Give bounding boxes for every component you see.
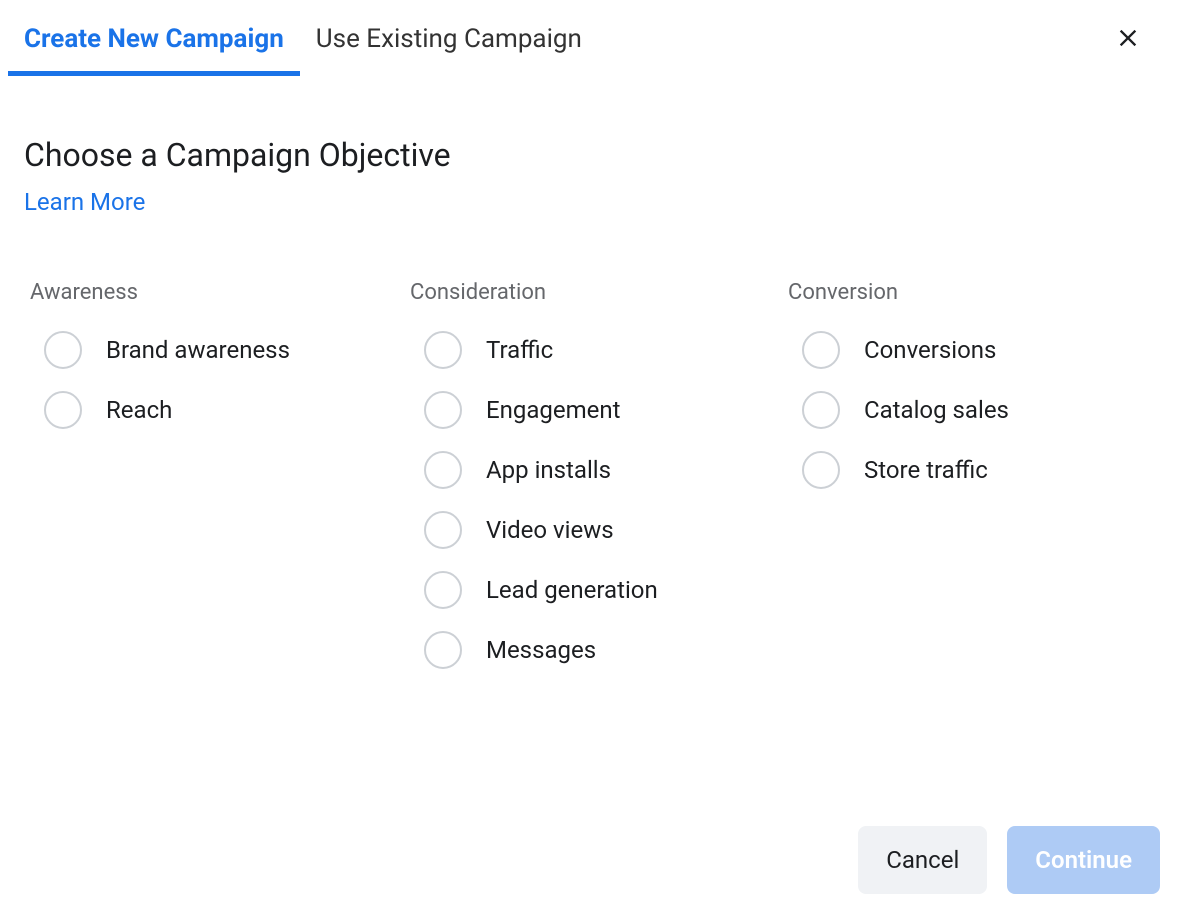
option-engagement[interactable]: Engagement: [404, 391, 782, 429]
option-label: Catalog sales: [864, 396, 1009, 424]
option-messages[interactable]: Messages: [404, 631, 782, 669]
option-label: Lead generation: [486, 576, 658, 604]
radio-icon: [424, 631, 462, 669]
column-header-awareness: Awareness: [24, 280, 404, 305]
radio-icon: [424, 451, 462, 489]
radio-icon: [802, 451, 840, 489]
radio-icon: [802, 331, 840, 369]
main-content: Choose a Campaign Objective Learn More A…: [0, 76, 1184, 691]
option-label: Messages: [486, 636, 596, 664]
column-conversion: Conversion Conversions Catalog sales Sto…: [782, 280, 1160, 691]
tab-use-existing-campaign[interactable]: Use Existing Campaign: [300, 0, 598, 76]
option-reach[interactable]: Reach: [24, 391, 404, 429]
option-store-traffic[interactable]: Store traffic: [782, 451, 1160, 489]
column-header-conversion: Conversion: [782, 280, 1160, 305]
option-app-installs[interactable]: App installs: [404, 451, 782, 489]
cancel-button[interactable]: Cancel: [858, 826, 987, 894]
option-traffic[interactable]: Traffic: [404, 331, 782, 369]
close-button[interactable]: [1110, 20, 1146, 56]
tab-create-new-campaign[interactable]: Create New Campaign: [8, 0, 300, 76]
radio-icon: [424, 331, 462, 369]
footer-actions: Cancel Continue: [858, 826, 1160, 894]
radio-icon: [424, 571, 462, 609]
radio-icon: [802, 391, 840, 429]
objective-columns: Awareness Brand awareness Reach Consider…: [24, 280, 1160, 691]
close-icon: [1114, 24, 1142, 52]
option-label: Brand awareness: [106, 336, 290, 364]
radio-icon: [424, 391, 462, 429]
radio-icon: [424, 511, 462, 549]
page-title: Choose a Campaign Objective: [24, 136, 1160, 174]
option-label: Engagement: [486, 396, 621, 424]
column-header-consideration: Consideration: [404, 280, 782, 305]
learn-more-link[interactable]: Learn More: [24, 188, 145, 216]
option-brand-awareness[interactable]: Brand awareness: [24, 331, 404, 369]
option-video-views[interactable]: Video views: [404, 511, 782, 549]
option-catalog-sales[interactable]: Catalog sales: [782, 391, 1160, 429]
tabs-bar: Create New Campaign Use Existing Campaig…: [0, 0, 1184, 76]
option-label: App installs: [486, 456, 611, 484]
option-conversions[interactable]: Conversions: [782, 331, 1160, 369]
option-label: Reach: [106, 396, 172, 424]
column-consideration: Consideration Traffic Engagement App ins…: [404, 280, 782, 691]
radio-icon: [44, 391, 82, 429]
option-label: Video views: [486, 516, 614, 544]
option-label: Traffic: [486, 336, 553, 364]
column-awareness: Awareness Brand awareness Reach: [24, 280, 404, 691]
continue-button[interactable]: Continue: [1007, 826, 1160, 894]
option-label: Store traffic: [864, 456, 988, 484]
option-lead-generation[interactable]: Lead generation: [404, 571, 782, 609]
option-label: Conversions: [864, 336, 996, 364]
radio-icon: [44, 331, 82, 369]
